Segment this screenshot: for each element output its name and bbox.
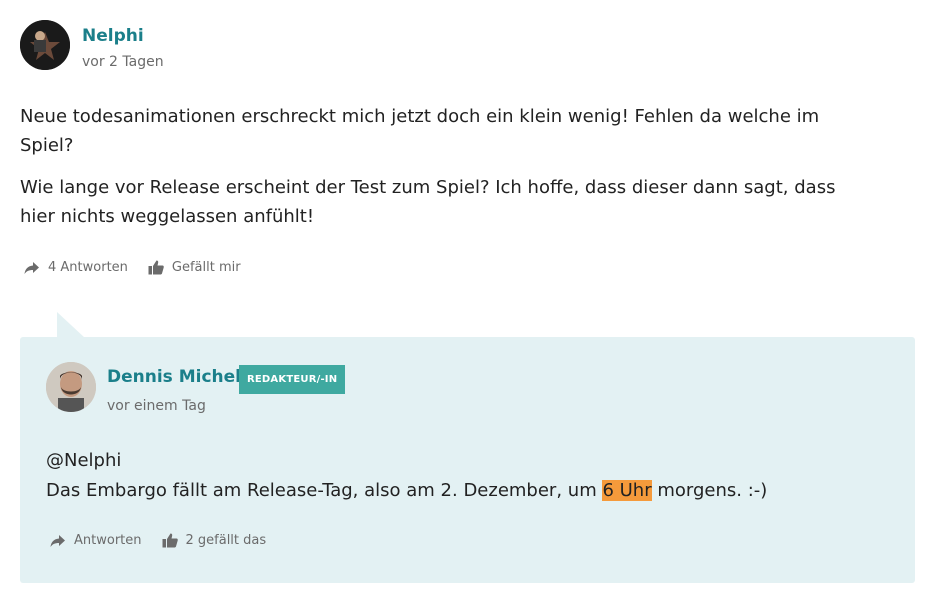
avatar[interactable] xyxy=(46,362,96,412)
comment-time: vor 2 Tagen xyxy=(82,54,164,70)
comment-paragraph: Wie lange vor Release erscheint der Test… xyxy=(20,177,836,227)
reply-line: Das Embargo fällt am Release-Tag, also a… xyxy=(46,476,767,506)
like-button[interactable]: Gefällt mir xyxy=(148,260,241,275)
reply-button[interactable]: 4 Antworten xyxy=(24,260,128,275)
like-count: 2 gefällt das xyxy=(185,533,267,548)
reply-time: vor einem Tag xyxy=(107,398,206,414)
reply-count: 4 Antworten xyxy=(48,260,128,275)
like-button[interactable]: 2 gefällt das xyxy=(162,533,267,548)
reply-pointer xyxy=(57,312,85,338)
reply-mention: @Nelphi xyxy=(46,450,122,471)
reply-label: Antworten xyxy=(74,533,142,548)
share-arrow-icon xyxy=(24,261,39,274)
reply-author[interactable]: Dennis Michel xyxy=(107,367,241,387)
reply-text-start: Das Embargo fällt am Release-Tag, also a… xyxy=(46,480,603,501)
reply-text-end: morgens. :-) xyxy=(651,480,768,501)
share-arrow-icon xyxy=(50,534,65,547)
thumbs-up-icon xyxy=(162,533,178,548)
reply-button[interactable]: Antworten xyxy=(50,533,142,548)
reply-body: @Nelphi Das Embargo fällt am Release-Tag… xyxy=(46,446,767,506)
like-label: Gefällt mir xyxy=(171,260,241,275)
highlighted-text: 6 Uhr xyxy=(602,480,652,501)
thumbs-up-icon xyxy=(148,260,164,275)
comment-paragraph: Neue todesanimationen erschreckt mich je… xyxy=(20,106,820,156)
comment-body: Neue todesanimationen erschreckt mich je… xyxy=(20,102,870,244)
avatar-image xyxy=(20,20,70,70)
comment-author[interactable]: Nelphi xyxy=(82,26,144,46)
comment-actions: 4 Antworten Gefällt mir xyxy=(24,260,261,275)
reply-actions: Antworten 2 gefällt das xyxy=(50,533,286,548)
avatar-image xyxy=(46,362,96,412)
role-badge: REDAKTEUR/-IN xyxy=(239,365,346,394)
reply-comment: Dennis Michel REDAKTEUR/-IN vor einem Ta… xyxy=(20,337,915,583)
avatar[interactable] xyxy=(20,20,70,70)
